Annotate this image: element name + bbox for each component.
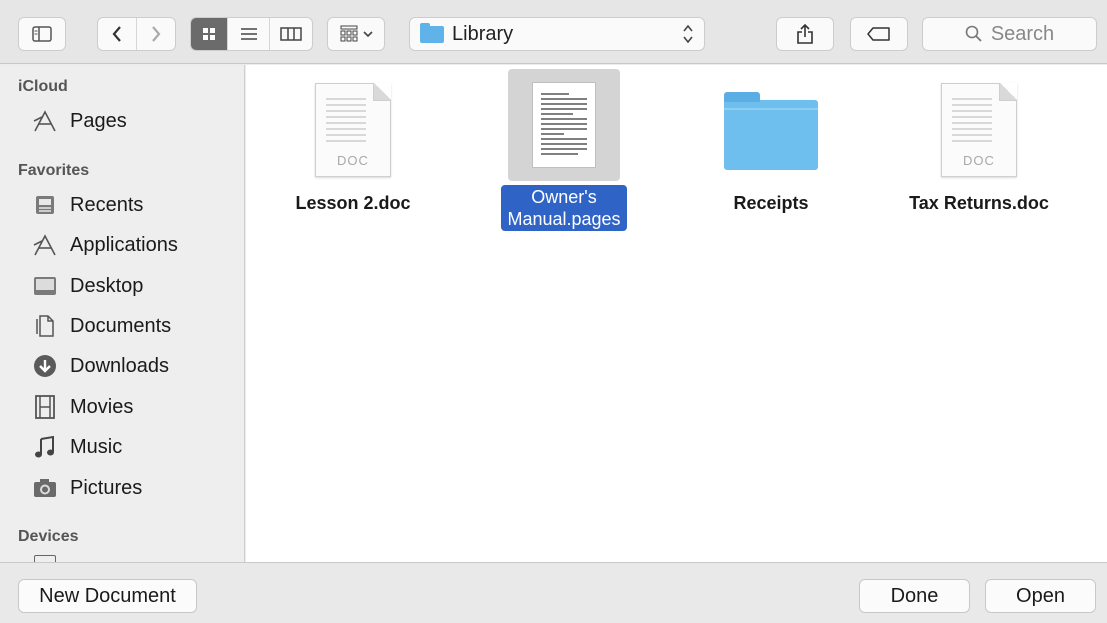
list-icon xyxy=(240,28,257,40)
grid-icon xyxy=(203,28,216,40)
bottom-bar: New Document Done Open xyxy=(0,562,1107,623)
view-mode-control xyxy=(190,17,313,51)
search-icon xyxy=(965,25,982,42)
file-name: Receipts xyxy=(733,193,809,213)
location-popup[interactable]: Library xyxy=(409,17,705,51)
file-name: Owner's Manual.pages xyxy=(501,185,627,231)
downloads-icon xyxy=(30,353,60,379)
file-thumbnail xyxy=(508,69,620,181)
done-button[interactable]: Done xyxy=(859,579,970,613)
recents-icon xyxy=(30,192,60,218)
sidebar-item-recents[interactable]: Recents xyxy=(30,187,143,223)
file-name: Tax Returns.doc xyxy=(909,193,1049,213)
file-browser: DOC Lesson 2.doc Owner's Manual.pages Re… xyxy=(246,65,1107,562)
sidebar-item-label: Music xyxy=(70,435,123,458)
file-item-receipts[interactable]: Receipts xyxy=(686,75,856,215)
sidebar-item-label: Documents xyxy=(70,314,172,337)
sidebar-item-pages[interactable]: Pages xyxy=(30,103,127,139)
file-thumbnail xyxy=(715,75,827,185)
arrange-menu-button[interactable] xyxy=(327,17,385,51)
documents-icon xyxy=(30,313,60,339)
sidebar-item-documents[interactable]: Documents xyxy=(30,308,171,344)
folder-icon xyxy=(724,92,818,170)
chevron-right-icon xyxy=(151,26,161,42)
file-item-lesson-2[interactable]: DOC Lesson 2.doc xyxy=(268,75,438,215)
search-field[interactable]: Search xyxy=(922,17,1097,51)
sidebar-item-movies[interactable]: Movies xyxy=(30,389,133,425)
toolbar: Library Search xyxy=(0,0,1107,64)
open-button[interactable]: Open xyxy=(985,579,1096,613)
chevron-left-icon xyxy=(112,26,121,42)
tag-icon xyxy=(867,27,890,41)
sidebar-item-label: Pages xyxy=(70,109,127,132)
sidebar-item-label: Recents xyxy=(70,193,144,216)
location-label: Library xyxy=(452,22,514,45)
sidebar-section-favorites: Favorites xyxy=(18,162,90,179)
sidebar-item-label: Desktop xyxy=(70,274,144,297)
desktop-icon xyxy=(30,273,60,299)
arrange-icon xyxy=(340,25,358,42)
sidebar-icon xyxy=(32,26,52,42)
pages-icon xyxy=(30,108,60,134)
pages-document-icon xyxy=(532,82,596,168)
search-placeholder: Search xyxy=(990,22,1055,45)
chevron-down-icon xyxy=(363,31,373,38)
sidebar-section-devices: Devices xyxy=(18,528,79,545)
doc-file-icon: DOC xyxy=(315,83,391,177)
music-icon xyxy=(30,434,60,460)
sidebar-item-label: Movies xyxy=(70,395,134,418)
updown-chevron-icon xyxy=(682,22,694,47)
sidebar-item-pictures[interactable]: Pictures xyxy=(30,470,142,506)
device-icon xyxy=(34,555,56,562)
sidebar-item-label: Applications xyxy=(70,233,178,256)
file-name: Lesson 2.doc xyxy=(295,193,411,213)
file-badge: DOC xyxy=(337,153,369,168)
file-thumbnail: DOC xyxy=(923,75,1035,185)
column-view-button[interactable] xyxy=(270,18,312,50)
back-button[interactable] xyxy=(98,18,137,50)
applications-icon xyxy=(30,232,60,258)
list-view-button[interactable] xyxy=(228,18,270,50)
sidebar-item-label: Downloads xyxy=(70,354,169,377)
file-badge: DOC xyxy=(963,153,995,168)
file-thumbnail: DOC xyxy=(297,75,409,185)
tags-button[interactable] xyxy=(850,17,908,51)
icon-view-button[interactable] xyxy=(191,18,229,50)
file-name-line: Owner's xyxy=(531,187,597,207)
sidebar-section-icloud: iCloud xyxy=(18,78,68,95)
columns-icon xyxy=(280,27,302,41)
sidebar-item-music[interactable]: Music xyxy=(30,429,122,465)
share-icon xyxy=(797,23,813,44)
file-item-owners-manual[interactable]: Owner's Manual.pages xyxy=(479,69,649,231)
forward-button[interactable] xyxy=(137,18,176,50)
sidebar-item-desktop[interactable]: Desktop xyxy=(30,268,143,304)
file-item-tax-returns[interactable]: DOC Tax Returns.doc xyxy=(894,75,1064,215)
back-forward-control xyxy=(97,17,176,51)
folder-icon xyxy=(420,22,444,43)
sidebar: iCloud Pages Favorites Recents Applicati… xyxy=(0,65,245,562)
pictures-icon xyxy=(30,475,60,501)
movies-icon xyxy=(30,394,60,420)
sidebar-toggle-button[interactable] xyxy=(18,17,66,51)
sidebar-item-downloads[interactable]: Downloads xyxy=(30,348,169,384)
new-document-button[interactable]: New Document xyxy=(18,579,197,613)
share-button[interactable] xyxy=(776,17,834,51)
doc-file-icon: DOC xyxy=(941,83,1017,177)
sidebar-item-label: Pictures xyxy=(70,476,143,499)
file-name-line: Manual.pages xyxy=(507,209,621,229)
sidebar-item-applications[interactable]: Applications xyxy=(30,227,178,263)
